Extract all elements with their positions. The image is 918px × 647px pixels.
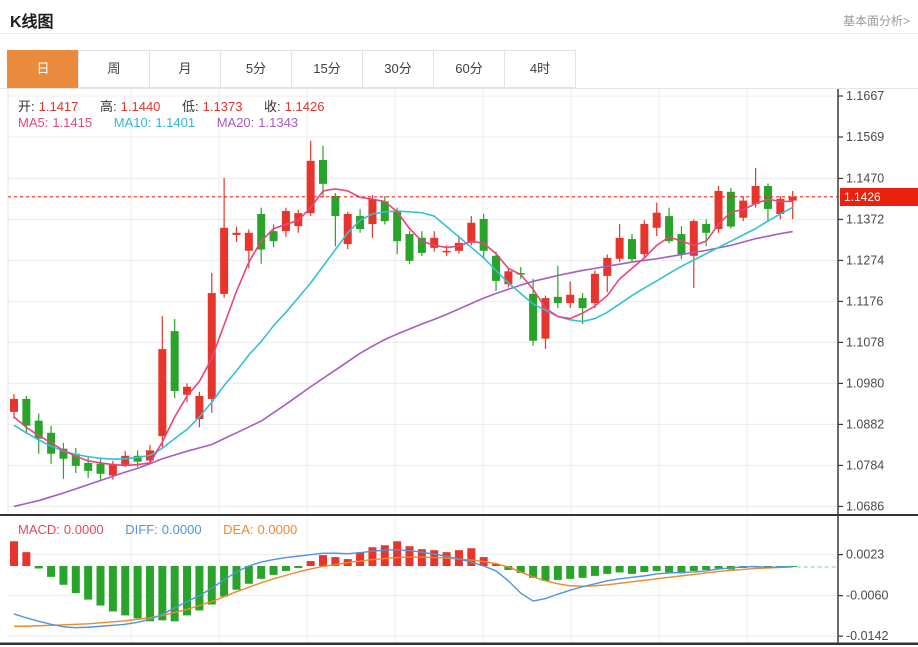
ma20-label: MA20: [217, 115, 255, 130]
close-value: 1.1426 [285, 99, 325, 114]
ma20-value: 1.1343 [258, 115, 298, 130]
svg-text:-0.0142: -0.0142 [846, 629, 888, 643]
tab-15min[interactable]: 15分 [291, 50, 363, 88]
tab-60min[interactable]: 60分 [433, 50, 505, 88]
svg-text:1.1274: 1.1274 [846, 253, 884, 267]
diff-value: 0.0000 [162, 522, 202, 537]
tab-30min[interactable]: 30分 [362, 50, 434, 88]
svg-text:1.0686: 1.0686 [846, 499, 884, 513]
high-label: 高: [100, 99, 117, 114]
dea-value: 0.0000 [258, 522, 298, 537]
svg-text:1.1667: 1.1667 [846, 89, 884, 103]
svg-text:-0.0060: -0.0060 [846, 589, 888, 603]
svg-text:1.1176: 1.1176 [846, 294, 883, 308]
ma10-label: MA10: [114, 115, 152, 130]
ma10-value: 1.1401 [155, 115, 195, 130]
kline-widget: K线图 基本面分析> 日 周 月 5分 15分 30分 60分 4时 1.166… [0, 0, 918, 647]
ma-legend: MA5: 1.1415 MA10:1.1401 MA20:1.1343 [18, 115, 302, 130]
svg-text:1.1569: 1.1569 [846, 130, 884, 144]
svg-text:1.0882: 1.0882 [846, 417, 884, 431]
ohlc-legend: 开: 1.1417 高: 1.1440 低: 1.1373 收: 1.1426 [18, 96, 328, 115]
kline-main-chart[interactable]: 1.1667 1.1569 1.1470 1.1372 1.1274 1.1176 1.10… [0, 89, 918, 516]
ma5-label: MA5: [18, 115, 48, 130]
tab-day[interactable]: 日 [7, 50, 79, 88]
svg-text:1.0784: 1.0784 [846, 458, 884, 472]
svg-text:1.1372: 1.1372 [846, 212, 884, 226]
tab-month[interactable]: 月 [149, 50, 221, 88]
tab-week[interactable]: 周 [78, 50, 150, 88]
macd-label: MACD: [18, 522, 60, 537]
open-label: 开: [18, 99, 35, 114]
low-value: 1.1373 [203, 99, 243, 114]
svg-text:1.0980: 1.0980 [846, 376, 884, 390]
svg-text:0.0023: 0.0023 [846, 548, 884, 562]
dea-label: DEA: [223, 522, 253, 537]
open-value: 1.1417 [39, 99, 79, 114]
fundamental-analysis-link[interactable]: 基本面分析> [843, 12, 910, 29]
tab-4hour[interactable]: 4时 [504, 50, 576, 88]
close-label: 收: [264, 99, 281, 114]
page-title: K线图 [10, 8, 54, 32]
period-tabs: 日 周 月 5分 15分 30分 60分 4时 [8, 50, 576, 88]
macd-value: 0.0000 [64, 522, 104, 537]
svg-text:1.1470: 1.1470 [846, 171, 884, 185]
header-divider [0, 33, 918, 34]
low-label: 低: [182, 99, 199, 114]
diff-label: DIFF: [125, 522, 158, 537]
current-price-badge: 1.1426 [840, 188, 918, 206]
tab-5min[interactable]: 5分 [220, 50, 292, 88]
svg-text:1.1078: 1.1078 [846, 335, 884, 349]
ma5-value: 1.1415 [52, 115, 92, 130]
chart-area: 1.1667 1.1569 1.1470 1.1372 1.1274 1.1176 1.10… [0, 88, 918, 645]
macd-legend: MACD: 0.0000 DIFF: 0.0000 DEA: 0.0000 [18, 522, 301, 537]
high-value: 1.1440 [121, 99, 161, 114]
